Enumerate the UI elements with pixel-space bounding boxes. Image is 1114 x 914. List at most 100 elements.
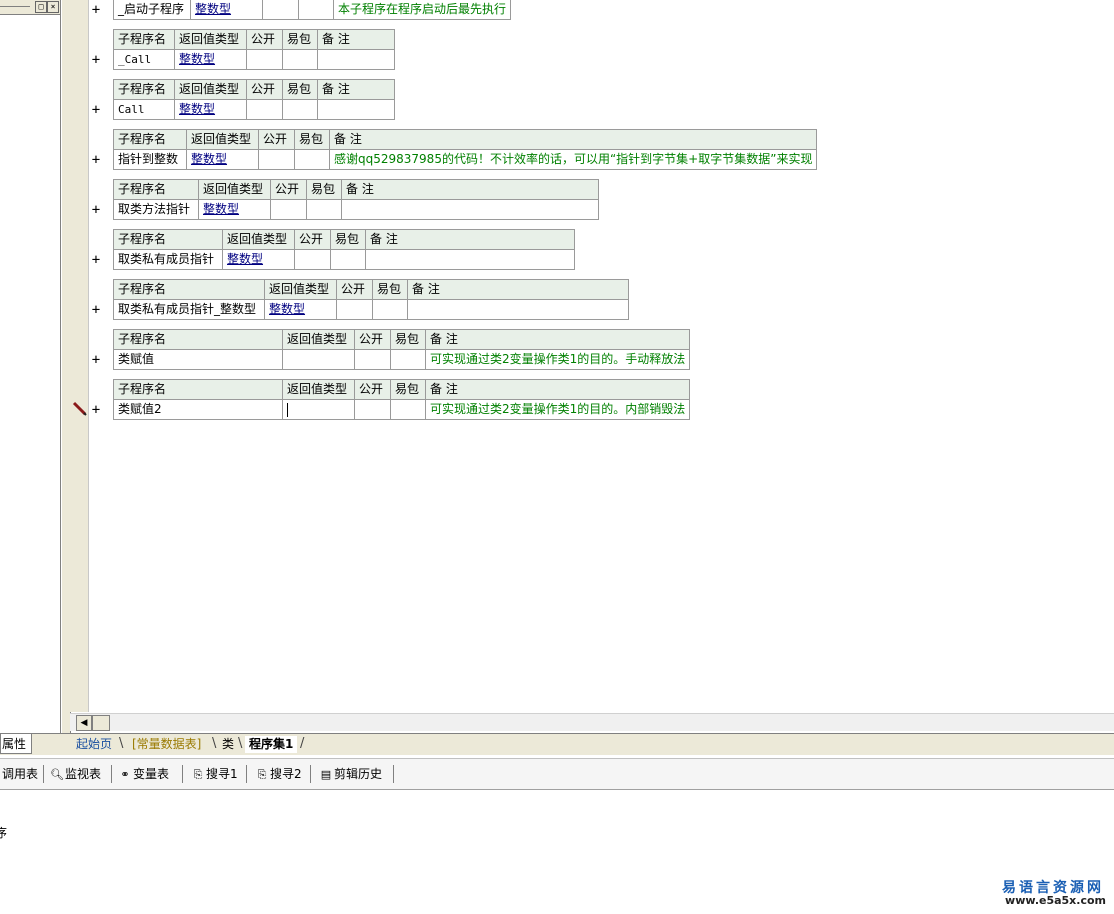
expand-button[interactable]: +	[90, 403, 102, 417]
expand-button[interactable]: +	[90, 103, 102, 117]
return-type[interactable]: 整数型	[264, 299, 337, 320]
sub-name[interactable]: _启动子程序	[113, 0, 191, 20]
tool-label: 剪辑历史	[334, 767, 383, 781]
header-note: 备 注	[317, 79, 395, 100]
table-header: 子程序名 返回值类型 公开 易包 备 注	[113, 179, 599, 200]
expand-button[interactable]: +	[90, 353, 102, 367]
easy-pack-cell[interactable]	[282, 99, 318, 120]
tab-assembly-1[interactable]: 程序集1	[245, 736, 298, 753]
public-cell[interactable]	[270, 199, 307, 220]
tab-bar: 属性 起始页 \ [常量数据表] \ 类 \ 程序集1 /	[0, 733, 1114, 755]
return-type[interactable]: 整数型	[222, 249, 295, 270]
note-cell[interactable]: 可实现通过类2变量操作类1的目的。内部销毁法	[424, 399, 691, 420]
sub-table: 子程序名 返回值类型 公开 易包 备 注 类赋值2 可实现通过类2变量操作类1的…	[113, 379, 691, 420]
tab-label: 起始页	[76, 737, 113, 751]
call-list-button[interactable]: 调用表	[2, 766, 38, 782]
variable-icon: ⚭	[120, 768, 130, 781]
note-cell[interactable]	[317, 49, 395, 70]
expand-button[interactable]: +	[90, 53, 102, 67]
return-type[interactable]	[282, 349, 355, 370]
header-easy: 易包	[330, 229, 366, 250]
search-doc-icon: ⎘	[257, 768, 267, 781]
note-cell[interactable]: 可实现通过类2变量操作类1的目的。手动释放法	[424, 349, 691, 370]
note-cell[interactable]: 本子程序在程序启动后最先执行	[332, 0, 512, 20]
tab-constant-table[interactable]: [常量数据表]	[128, 736, 205, 753]
header-name: 子程序名	[113, 79, 175, 100]
header-ret: 返回值类型	[174, 29, 247, 50]
properties-panel: □ ×	[0, 0, 61, 733]
expand-button[interactable]: +	[90, 203, 102, 217]
public-cell[interactable]	[354, 349, 391, 370]
public-cell[interactable]	[246, 99, 283, 120]
header-ret: 返回值类型	[174, 79, 247, 100]
sub-name[interactable]: 取类私有成员指针_整数型	[113, 299, 265, 320]
tab-separator: \	[119, 736, 124, 751]
expand-button[interactable]: +	[90, 303, 102, 317]
sub-name[interactable]: 取类方法指针	[113, 199, 199, 220]
note-cell[interactable]	[317, 99, 395, 120]
sub-name[interactable]: 类赋值	[113, 349, 283, 370]
tool-label: 监视表	[65, 767, 102, 781]
header-name: 子程序名	[113, 229, 223, 250]
expand-button[interactable]: +	[90, 153, 102, 167]
sub-name[interactable]: 指针到整数	[113, 149, 187, 170]
note-cell[interactable]	[407, 299, 629, 320]
header-public: 公开	[246, 79, 283, 100]
sub-name[interactable]: Call	[113, 99, 175, 120]
header-ret: 返回值类型	[186, 129, 259, 150]
divider	[111, 765, 112, 783]
header-note: 备 注	[328, 129, 818, 150]
note-cell[interactable]: 感谢qq529837985的代码！不计效率的话，可以用“指针到字节集+取字节集数…	[328, 149, 818, 170]
bottom-toolbar: 调用表 🔍︎监视表 ⚭ 变量表 ⎘ 搜寻1 ⎘ 搜寻2 ▤ 剪辑历史	[0, 758, 1114, 791]
search1-button[interactable]: ⎘ 搜寻1	[190, 766, 238, 782]
return-type[interactable]: 整数型	[198, 199, 271, 220]
public-cell[interactable]	[354, 399, 391, 420]
easy-pack-cell[interactable]	[372, 299, 408, 320]
scroll-left-icon[interactable]: ◀	[76, 715, 92, 731]
return-type[interactable]: 整数型	[174, 99, 247, 120]
header-note: 备 注	[317, 29, 395, 50]
public-cell[interactable]	[258, 149, 295, 170]
return-type[interactable]	[282, 399, 355, 420]
sub-name[interactable]: 类赋值2	[113, 399, 283, 420]
return-type[interactable]: 整数型	[174, 49, 247, 70]
easy-pack-cell[interactable]	[390, 399, 426, 420]
sub-name[interactable]: 取类私有成员指针	[113, 249, 223, 270]
expand-button[interactable]: +	[90, 253, 102, 267]
watch-button[interactable]: 🔍︎监视表	[49, 766, 101, 782]
horizontal-scrollbar[interactable]: ◀	[70, 713, 1114, 731]
easy-pack-cell[interactable]	[282, 49, 318, 70]
note-cell[interactable]	[341, 199, 599, 220]
easy-pack-cell[interactable]	[294, 149, 330, 170]
close-icon[interactable]: ×	[47, 1, 59, 13]
easy-pack-cell[interactable]	[390, 349, 426, 370]
expand-button[interactable]: +	[90, 3, 102, 17]
magnifier-icon: 🔍︎	[50, 768, 64, 781]
return-type[interactable]: 整数型	[186, 149, 259, 170]
return-type[interactable]: 整数型	[190, 0, 263, 20]
search2-button[interactable]: ⎘ 搜寻2	[254, 766, 302, 782]
text-cursor	[287, 402, 288, 417]
header-ret: 返回值类型	[282, 379, 355, 400]
output-panel[interactable]: 序	[0, 790, 1114, 914]
clip-history-button[interactable]: ▤ 剪辑历史	[318, 766, 382, 782]
tab-start-page[interactable]: 起始页	[72, 736, 116, 753]
sub-table: 子程序名 返回值类型 公开 易包 备 注 取类私有成员指针_整数型 整数型	[113, 279, 629, 320]
header-note: 备 注	[407, 279, 629, 300]
easy-pack-cell[interactable]	[330, 249, 366, 270]
watermark-url: www.e5a5x.com	[1005, 894, 1106, 907]
tab-class[interactable]: 类	[218, 736, 238, 753]
easy-pack-cell[interactable]	[298, 0, 334, 20]
tab-properties[interactable]: 属性	[0, 734, 32, 754]
sub-name[interactable]: _Call	[113, 49, 175, 70]
easy-pack-cell[interactable]	[306, 199, 342, 220]
public-cell[interactable]	[336, 299, 373, 320]
variable-table-button[interactable]: ⚭ 变量表	[117, 766, 169, 782]
public-cell[interactable]	[246, 49, 283, 70]
note-cell[interactable]	[365, 249, 575, 270]
scroll-thumb[interactable]	[92, 715, 110, 731]
table-row: 类赋值2 可实现通过类2变量操作类1的目的。内部销毁法	[113, 399, 691, 420]
public-cell[interactable]	[262, 0, 299, 20]
public-cell[interactable]	[294, 249, 331, 270]
restore-icon[interactable]: □	[35, 1, 47, 13]
